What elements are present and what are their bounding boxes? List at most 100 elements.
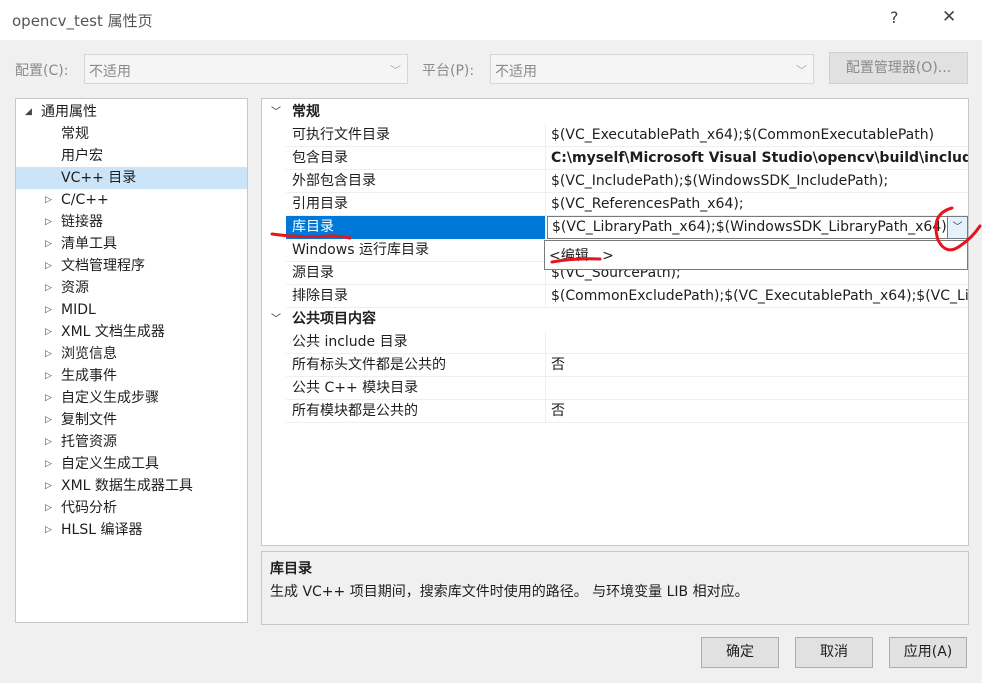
tree-item-label: 用户宏 (61, 148, 103, 164)
property-value[interactable] (547, 331, 968, 354)
collapsed-triangle-icon[interactable]: ▷ (45, 277, 52, 299)
tree-item[interactable]: ▷ MIDL (16, 299, 247, 321)
collapsed-triangle-icon[interactable]: ▷ (45, 343, 52, 365)
expanded-triangle-icon[interactable]: ◢ (25, 101, 32, 123)
property-value[interactable]: $(VC_LibraryPath_x64);$(WindowsSDK_Libra… (547, 216, 968, 239)
property-row[interactable]: 排除目录 $(CommonExcludePath);$(VC_Executable… (286, 285, 968, 308)
tree-item-label: MIDL (61, 302, 96, 318)
edit-option[interactable]: <编辑...> (549, 245, 614, 265)
cancel-button[interactable]: 取消 (795, 637, 873, 668)
configuration-manager-button[interactable]: 配置管理器(O)... (829, 52, 968, 84)
chevron-down-icon[interactable]: ﹀ (271, 101, 281, 124)
tree-item[interactable]: 常规 (16, 123, 247, 145)
tree-item-label: XML 文档生成器 (61, 324, 165, 340)
property-value[interactable]: $(VC_ReferencesPath_x64); (547, 193, 968, 216)
apply-button[interactable]: 应用(A) (889, 637, 967, 668)
tree-item-label: 清单工具 (61, 236, 117, 252)
description-panel: 库目录 生成 VC++ 项目期间，搜索库文件时使用的路径。 与环境变量 LIB … (261, 551, 969, 625)
tree-item[interactable]: ▷ XML 文档生成器 (16, 321, 247, 343)
collapsed-triangle-icon[interactable]: ▷ (45, 475, 52, 497)
tree-item-label: 生成事件 (61, 368, 117, 384)
property-value[interactable]: $(VC_ExecutablePath_x64);$(CommonExecuta… (547, 124, 968, 147)
tree-item[interactable]: ▷ XML 数据生成器工具 (16, 475, 247, 497)
collapsed-triangle-icon[interactable]: ▷ (45, 211, 52, 233)
property-name: 包含目录 (286, 147, 546, 170)
description-text: 生成 VC++ 项目期间，搜索库文件时使用的路径。 与环境变量 LIB 相对应。 (270, 584, 749, 600)
configuration-row: 配置(C): 不适用 ﹀ 平台(P): 不适用 ﹀ 配置管理器(O)... (0, 52, 982, 84)
library-dir-dropdown[interactable]: <编辑...> (544, 240, 968, 270)
tree-item[interactable]: ▷ 复制文件 (16, 409, 247, 431)
property-tree[interactable]: ◢ 通用属性 常规 用户宏 VC++ 目录 ▷ C/C++ ▷ 链接器 ▷ 清单工具 ▷ 文档管理程序 ▷… (15, 98, 248, 623)
collapsed-triangle-icon[interactable]: ▷ (45, 497, 52, 519)
property-row[interactable]: 包含目录 C:\myself\Microsoft Visual Studio\op… (286, 147, 968, 170)
config-combo[interactable]: 不适用 ﹀ (84, 54, 408, 84)
tree-item[interactable]: ▷ C/C++ (16, 189, 247, 211)
property-value[interactable]: $(VC_IncludePath);$(WindowsSDK_IncludePa… (547, 170, 968, 193)
tree-item[interactable]: ▷ 浏览信息 (16, 343, 247, 365)
property-name: 所有模块都是公共的 (286, 400, 546, 423)
property-name: 引用目录 (286, 193, 546, 216)
property-value[interactable]: C:\myself\Microsoft Visual Studio\opencv… (547, 147, 968, 170)
chevron-down-icon: ﹀ (796, 64, 807, 77)
tree-item[interactable]: ▷ 自定义生成工具 (16, 453, 247, 475)
tree-item-label: 链接器 (61, 214, 103, 230)
property-row[interactable]: 所有标头文件都是公共的否 (286, 354, 968, 377)
tree-item[interactable]: ▷ 文档管理程序 (16, 255, 247, 277)
platform-value: 不适用 (495, 64, 537, 80)
window-title: opencv_test 属性页 (12, 12, 153, 30)
collapsed-triangle-icon[interactable]: ▷ (45, 387, 52, 409)
tree-item[interactable]: ▷ 生成事件 (16, 365, 247, 387)
tree-item-label: XML 数据生成器工具 (61, 478, 193, 494)
property-value-text: C:\myself\Microsoft Visual Studio\opencv… (551, 150, 968, 166)
grid-category[interactable]: ﹀ 公共项目内容 (262, 308, 968, 331)
chevron-down-icon[interactable]: ﹀ (271, 308, 281, 331)
property-row[interactable]: 可执行文件目录 $(VC_ExecutablePath_x64);$(Common… (286, 124, 968, 147)
grid-category[interactable]: ﹀ 常规 (262, 101, 968, 124)
chevron-down-icon[interactable]: ﹀ (947, 217, 967, 238)
title-bar: opencv_test 属性页 ? ✕ (0, 0, 982, 40)
property-value-text: $(VC_ExecutablePath_x64);$(CommonExecuta… (551, 127, 935, 143)
tree-item-label: 代码分析 (61, 500, 117, 516)
platform-label: 平台(P): (422, 63, 475, 79)
property-row[interactable]: 所有模块都是公共的否 (286, 400, 968, 423)
close-icon[interactable]: ✕ (942, 7, 956, 27)
tree-item[interactable]: ▷ 清单工具 (16, 233, 247, 255)
tree-item[interactable]: ◢ 通用属性 (16, 101, 247, 123)
property-value[interactable]: 否 (547, 400, 968, 423)
tree-item[interactable]: ▷ 托管资源 (16, 431, 247, 453)
tree-item[interactable]: VC++ 目录 (16, 167, 247, 189)
tree-item-label: VC++ 目录 (61, 170, 137, 186)
tree-item-label: 浏览信息 (61, 346, 117, 362)
property-row[interactable]: 公共 include 目录 (286, 331, 968, 354)
property-row[interactable]: 引用目录 $(VC_ReferencesPath_x64); (286, 193, 968, 216)
ok-button[interactable]: 确定 (701, 637, 779, 668)
collapsed-triangle-icon[interactable]: ▷ (45, 431, 52, 453)
collapsed-triangle-icon[interactable]: ▷ (45, 409, 52, 431)
tree-item[interactable]: ▷ 代码分析 (16, 497, 247, 519)
platform-combo[interactable]: 不适用 ﹀ (490, 54, 814, 84)
tree-item[interactable]: ▷ HLSL 编译器 (16, 519, 247, 541)
collapsed-triangle-icon[interactable]: ▷ (45, 189, 52, 211)
collapsed-triangle-icon[interactable]: ▷ (45, 365, 52, 387)
property-value[interactable]: 否 (547, 354, 968, 377)
property-row[interactable]: 外部包含目录 $(VC_IncludePath);$(WindowsSDK_Inc… (286, 170, 968, 193)
collapsed-triangle-icon[interactable]: ▷ (45, 299, 52, 321)
property-row[interactable]: 公共 C++ 模块目录 (286, 377, 968, 400)
property-value[interactable] (547, 377, 968, 400)
collapsed-triangle-icon[interactable]: ▷ (45, 321, 52, 343)
property-value-text: $(CommonExcludePath);$(VC_ExecutablePath… (551, 288, 968, 304)
property-name: Windows 运行库目录 (286, 239, 546, 262)
collapsed-triangle-icon[interactable]: ▷ (45, 519, 52, 541)
tree-item-label: 复制文件 (61, 412, 117, 428)
tree-item[interactable]: ▷ 资源 (16, 277, 247, 299)
tree-item[interactable]: ▷ 自定义生成步骤 (16, 387, 247, 409)
collapsed-triangle-icon[interactable]: ▷ (45, 233, 52, 255)
collapsed-triangle-icon[interactable]: ▷ (45, 255, 52, 277)
tree-item[interactable]: 用户宏 (16, 145, 247, 167)
help-icon[interactable]: ? (890, 8, 899, 27)
property-value[interactable]: $(CommonExcludePath);$(VC_ExecutablePath… (547, 285, 968, 308)
property-value-text: 否 (551, 403, 565, 419)
property-row[interactable]: 库目录 $(VC_LibraryPath_x64);$(WindowsSDK_Li… (286, 216, 968, 239)
tree-item[interactable]: ▷ 链接器 (16, 211, 247, 233)
collapsed-triangle-icon[interactable]: ▷ (45, 453, 52, 475)
